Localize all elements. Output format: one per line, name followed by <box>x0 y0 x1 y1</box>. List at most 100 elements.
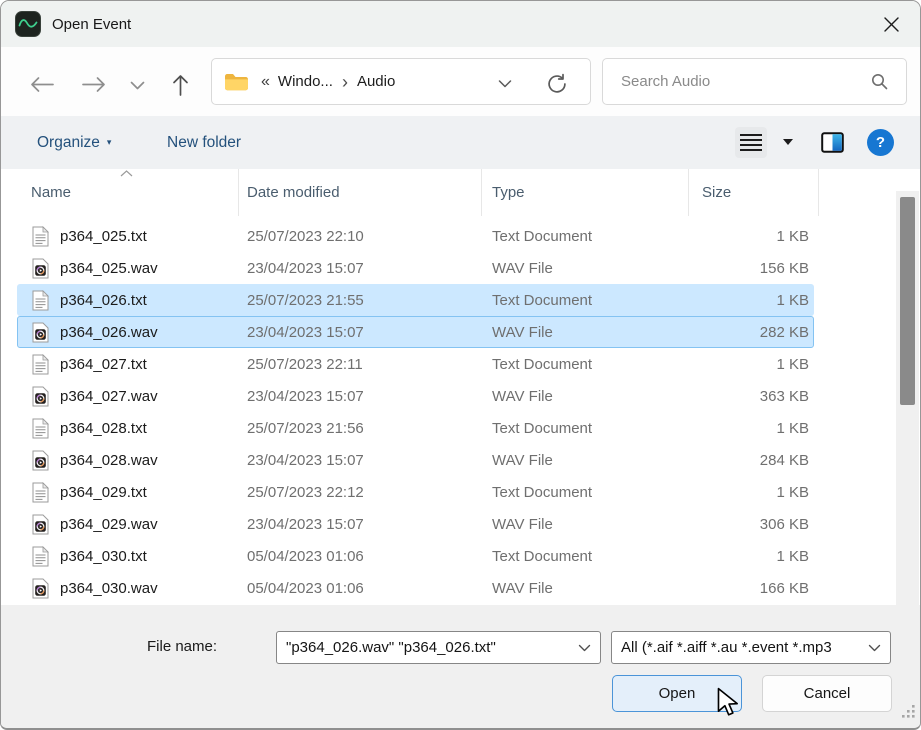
file-type: Text Document <box>492 356 689 373</box>
help-button[interactable]: ? <box>867 129 894 156</box>
file-size: 1 KB <box>689 420 813 437</box>
caret-down-icon: ▾ <box>107 137 112 148</box>
close-button[interactable] <box>877 10 906 39</box>
recent-locations-button[interactable] <box>126 77 149 94</box>
file-type: WAV File <box>492 260 689 277</box>
file-name-label: File name: <box>147 638 217 655</box>
file-type-value: All (*.aif *.aiff *.au *.event *.mp3 <box>621 639 862 656</box>
file-type: WAV File <box>492 516 689 533</box>
view-options-dropdown-button[interactable] <box>777 134 799 150</box>
file-type: Text Document <box>492 420 689 437</box>
chevron-down-icon[interactable] <box>868 644 881 652</box>
file-row[interactable]: p364_025.wav23/04/2023 15:07WAV File156 … <box>17 252 814 284</box>
file-name: p364_030.txt <box>60 548 247 565</box>
breadcrumb-current[interactable]: Audio <box>357 73 395 90</box>
command-toolbar: Organize ▾ New folder ? <box>1 116 920 169</box>
scrollbar-thumb[interactable] <box>900 197 915 405</box>
file-row[interactable]: p364_025.txt25/07/2023 22:10Text Documen… <box>17 220 814 252</box>
file-size: 156 KB <box>689 260 813 277</box>
forward-arrow-icon <box>81 76 107 93</box>
file-row[interactable]: p364_030.txt05/04/2023 01:06Text Documen… <box>17 540 814 572</box>
address-bar[interactable]: « Windo... › Audio <box>211 58 591 105</box>
file-name: p364_028.wav <box>60 452 247 469</box>
cancel-button[interactable]: Cancel <box>762 675 892 712</box>
column-header-type[interactable]: Type <box>481 169 688 216</box>
file-name: p364_028.txt <box>60 420 247 437</box>
back-button[interactable] <box>25 72 59 97</box>
file-name: p364_027.wav <box>60 388 247 405</box>
organize-button[interactable]: Organize ▾ <box>31 116 117 169</box>
dialog-footer: File name: "p364_026.wav" "p364_026.txt"… <box>1 605 920 730</box>
file-size: 166 KB <box>689 580 813 597</box>
file-date-modified: 23/04/2023 15:07 <box>247 388 492 405</box>
file-row[interactable]: p364_027.txt25/07/2023 22:11Text Documen… <box>17 348 814 380</box>
file-type: WAV File <box>492 452 689 469</box>
file-type-select[interactable]: All (*.aif *.aiff *.au *.event *.mp3 <box>611 631 891 664</box>
text-file-icon <box>32 546 50 567</box>
breadcrumb-separator-icon: › <box>342 73 348 91</box>
file-name-value: "p364_026.wav" "p364_026.txt" <box>286 639 572 656</box>
file-row[interactable]: p364_026.txt25/07/2023 21:55Text Documen… <box>17 284 814 316</box>
organize-label: Organize <box>37 134 100 152</box>
file-name: p364_025.wav <box>60 260 247 277</box>
close-icon <box>883 16 900 33</box>
file-date-modified: 23/04/2023 15:07 <box>247 260 492 277</box>
file-row[interactable]: p364_029.wav23/04/2023 15:07WAV File306 … <box>17 508 814 540</box>
window-title: Open Event <box>52 16 131 33</box>
search-box[interactable]: Search Audio <box>602 58 907 105</box>
scrollbar[interactable] <box>896 191 919 605</box>
titlebar: Open Event <box>1 1 920 47</box>
open-event-dialog: Open Event <box>0 0 921 730</box>
file-type: Text Document <box>492 548 689 565</box>
file-name: p364_027.txt <box>60 356 247 373</box>
file-row[interactable]: p364_027.wav23/04/2023 15:07WAV File363 … <box>17 380 814 412</box>
file-row[interactable]: p364_028.wav23/04/2023 15:07WAV File284 … <box>17 444 814 476</box>
refresh-icon <box>546 73 568 95</box>
new-folder-button[interactable]: New folder <box>161 116 247 169</box>
refresh-button[interactable] <box>540 72 574 96</box>
list-view-icon <box>739 133 763 152</box>
file-row[interactable]: p364_026.wav23/04/2023 15:07WAV File282 … <box>17 316 814 348</box>
file-list-panel: Name Date modified Type Size p364_025.tx… <box>1 169 920 605</box>
folder-icon <box>224 72 249 92</box>
navigation-bar: « Windo... › Audio Search Audio <box>1 47 920 116</box>
file-row[interactable]: p364_029.txt25/07/2023 22:12Text Documen… <box>17 476 814 508</box>
file-size: 1 KB <box>689 292 813 309</box>
column-header-size[interactable]: Size <box>688 169 819 216</box>
file-type: WAV File <box>492 324 689 341</box>
file-date-modified: 25/07/2023 21:56 <box>247 420 492 437</box>
file-size: 1 KB <box>689 548 813 565</box>
preview-pane-icon <box>821 132 844 153</box>
back-arrow-icon <box>29 76 55 93</box>
wav-file-icon <box>32 386 50 407</box>
view-options-button[interactable] <box>735 127 767 158</box>
file-name: p364_029.wav <box>60 516 247 533</box>
app-icon <box>15 11 41 37</box>
wav-file-icon <box>32 450 50 471</box>
help-icon: ? <box>876 134 885 151</box>
wav-file-icon <box>32 514 50 535</box>
resize-grip[interactable] <box>900 703 916 724</box>
sort-ascending-icon <box>120 170 133 177</box>
wav-file-icon <box>32 578 50 599</box>
file-name: p364_029.txt <box>60 484 247 501</box>
wav-file-icon <box>32 258 50 279</box>
file-row[interactable]: p364_030.wav05/04/2023 01:06WAV File166 … <box>17 572 814 604</box>
preview-pane-button[interactable] <box>815 129 850 155</box>
file-date-modified: 25/07/2023 22:11 <box>247 356 492 373</box>
text-file-icon <box>32 226 50 247</box>
file-size: 284 KB <box>689 452 813 469</box>
file-type: Text Document <box>492 484 689 501</box>
address-dropdown-button[interactable] <box>492 79 518 89</box>
breadcrumb-overflow-icon[interactable]: « <box>261 73 270 91</box>
up-button[interactable] <box>168 69 193 101</box>
forward-button[interactable] <box>77 72 111 97</box>
chevron-down-icon <box>130 81 145 90</box>
file-type: WAV File <box>492 388 689 405</box>
breadcrumb-parent[interactable]: Windo... <box>278 73 333 90</box>
file-name-input[interactable]: "p364_026.wav" "p364_026.txt" <box>276 631 601 664</box>
column-header-date-modified[interactable]: Date modified <box>238 169 481 216</box>
file-row[interactable]: p364_028.txt25/07/2023 21:56Text Documen… <box>17 412 814 444</box>
chevron-down-icon[interactable] <box>578 644 591 652</box>
file-date-modified: 25/07/2023 22:10 <box>247 228 492 245</box>
